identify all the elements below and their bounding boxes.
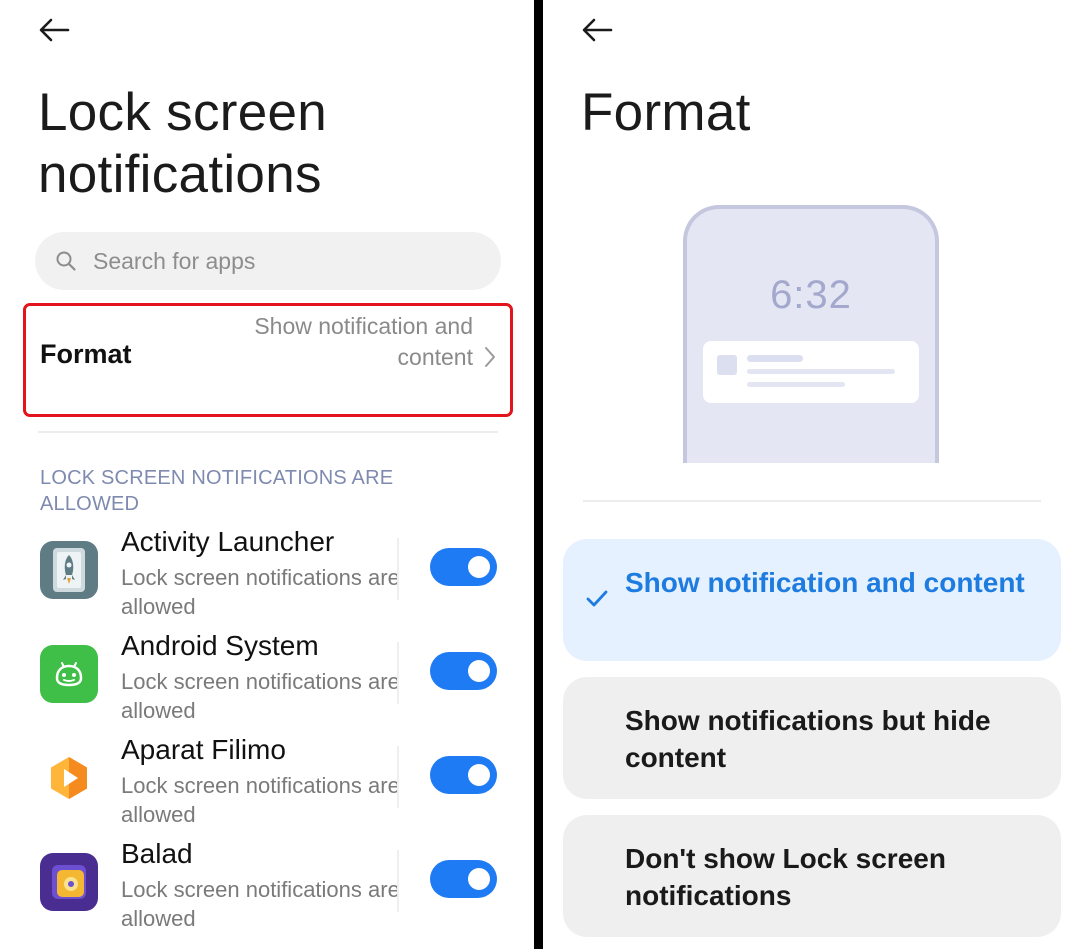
option-label: Show notifications but hide content [625, 705, 991, 773]
divider [38, 431, 498, 433]
divider [583, 500, 1041, 502]
preview-line [747, 369, 895, 374]
checkmark-icon [586, 590, 608, 607]
divider [397, 642, 399, 704]
preview-line [747, 355, 803, 362]
app-name: Balad [121, 838, 193, 869]
search-placeholder: Search for apps [93, 247, 256, 274]
option-dont-show-notifications[interactable]: Don't show Lock screen notifications [563, 815, 1061, 937]
lock-screen-notifications-screen: Lock screen notifications Search for app… [0, 0, 534, 949]
back-button[interactable] [579, 14, 615, 46]
toggle-knob [468, 556, 490, 578]
page-title: Lock screen notifications [38, 83, 328, 204]
app-row-android-system[interactable]: Android System Lock screen notifications… [0, 630, 534, 734]
option-label: Show notification and content [625, 567, 1025, 598]
rocket-icon [40, 541, 98, 599]
back-arrow-icon [582, 18, 613, 42]
app-name: Activity Launcher [121, 526, 335, 557]
search-icon [56, 251, 76, 271]
preview-notification-card [703, 341, 919, 403]
app-row-balad[interactable]: Balad Lock screen notifications are allo… [0, 838, 534, 942]
android-icon [40, 645, 98, 703]
format-setting-row[interactable]: Format Show notification and content [23, 303, 513, 417]
app-row-aparat-filimo[interactable]: Aparat Filimo Lock screen notifications … [0, 734, 534, 838]
option-label: Don't show Lock screen notifications [625, 843, 946, 911]
toggle-knob [468, 660, 490, 682]
panel-divider [534, 0, 543, 949]
app-row-activity-launcher[interactable]: Activity Launcher Lock screen notificati… [0, 526, 534, 630]
divider [397, 746, 399, 808]
option-show-notifications-hide-content[interactable]: Show notifications but hide content [563, 677, 1061, 799]
divider [397, 538, 399, 600]
option-show-notification-and-content[interactable]: Show notification and content [563, 539, 1061, 661]
app-status: Lock screen notifications are allowed [121, 669, 400, 723]
app-status: Lock screen notifications are allowed [121, 773, 400, 827]
preview-time: 6:32 [770, 273, 852, 317]
balad-icon [40, 853, 98, 911]
lock-screen-preview-illustration: 6:32 [683, 205, 939, 463]
play-icon [40, 749, 98, 807]
format-label: Format [40, 339, 132, 369]
format-current-value: Show notification and content [254, 313, 473, 370]
search-input[interactable]: Search for apps [35, 232, 501, 290]
app-status: Lock screen notifications are allowed [121, 877, 400, 931]
app-name: Android System [121, 630, 319, 661]
section-header: LOCK SCREEN NOTIFICATIONS ARE ALLOWED [40, 467, 394, 515]
toggle-knob [468, 868, 490, 890]
notification-toggle[interactable] [430, 652, 497, 690]
format-screen: Format 6:32 Show notification and conten… [543, 0, 1080, 949]
preview-app-icon [717, 355, 737, 375]
notification-toggle[interactable] [430, 756, 497, 794]
page-title: Format [581, 83, 751, 142]
back-button[interactable] [36, 14, 72, 46]
app-status: Lock screen notifications are allowed [121, 565, 400, 619]
toggle-knob [468, 764, 490, 786]
app-name: Aparat Filimo [121, 734, 286, 765]
divider [397, 850, 399, 912]
notification-toggle[interactable] [430, 548, 497, 586]
notification-toggle[interactable] [430, 860, 497, 898]
preview-line [747, 382, 845, 387]
back-arrow-icon [39, 18, 70, 42]
chevron-right-icon [485, 347, 495, 367]
